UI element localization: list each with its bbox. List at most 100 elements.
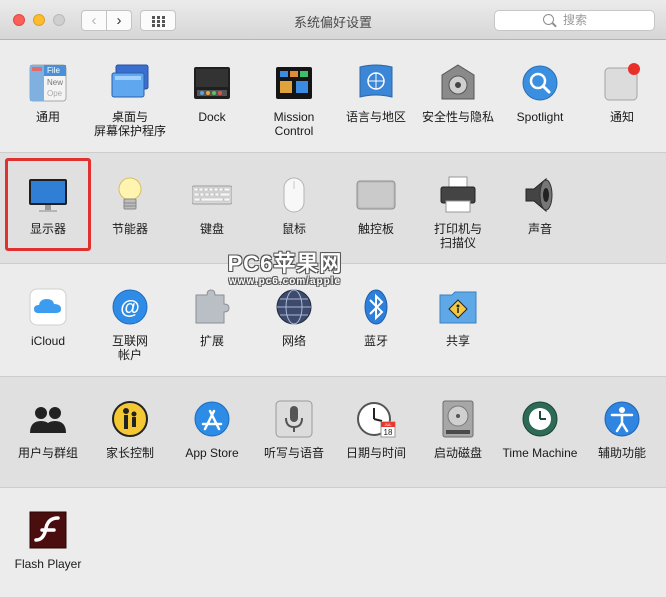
svg-text:New: New bbox=[47, 78, 63, 87]
general-icon: File New Ope bbox=[28, 63, 68, 103]
keyboard-icon bbox=[191, 175, 233, 215]
search-input[interactable] bbox=[563, 13, 648, 27]
pane-label: Time Machine bbox=[502, 446, 578, 460]
watermark-url: www.pc6.com/apple bbox=[228, 276, 342, 287]
pane-label: 桌面与 屏幕保护程序 bbox=[93, 110, 166, 138]
pane-bluetooth[interactable]: 蓝牙 bbox=[335, 287, 417, 348]
spotlight-icon bbox=[520, 63, 560, 103]
icloud-icon bbox=[28, 287, 68, 327]
pane-label: 键盘 bbox=[199, 222, 224, 236]
pane-label: 蓝牙 bbox=[363, 334, 388, 348]
pane-label: 节能器 bbox=[111, 222, 148, 236]
pane-users-groups[interactable]: 用户与群组 bbox=[7, 399, 89, 460]
pane-mission-control[interactable]: Mission Control bbox=[253, 63, 335, 138]
desktop-screensaver-icon bbox=[110, 63, 150, 103]
pane-sharing[interactable]: 共享 bbox=[417, 287, 499, 348]
extensions-icon bbox=[192, 287, 232, 327]
search-icon bbox=[543, 14, 554, 25]
pane-label: 通知 bbox=[609, 110, 634, 124]
sound-icon bbox=[520, 175, 560, 215]
pane-security-privacy[interactable]: 安全性与隐私 bbox=[417, 63, 499, 124]
pane-mouse[interactable]: 鼠标 bbox=[253, 175, 335, 236]
pane-time-machine[interactable]: Time Machine bbox=[499, 399, 581, 460]
network-icon bbox=[274, 287, 314, 327]
mouse-icon bbox=[274, 175, 314, 215]
svg-text:JUL: JUL bbox=[384, 422, 392, 427]
trackpad-icon bbox=[356, 175, 396, 215]
flash-player-icon bbox=[28, 510, 68, 550]
internet-accounts-icon: @ bbox=[110, 287, 150, 327]
pane-label: 通用 bbox=[35, 110, 60, 124]
pane-label: 日期与时间 bbox=[345, 446, 406, 460]
startup-disk-icon bbox=[438, 399, 478, 439]
pane-label: 打印机与 扫描仪 bbox=[433, 222, 482, 250]
accessibility-icon bbox=[602, 399, 642, 439]
pane-label: 互联网 帐户 bbox=[111, 334, 148, 362]
pane-trackpad[interactable]: 触控板 bbox=[335, 175, 417, 236]
pane-sound[interactable]: 声音 bbox=[499, 175, 581, 236]
pane-flash-player[interactable]: Flash Player bbox=[7, 510, 89, 571]
search-field[interactable] bbox=[494, 10, 655, 31]
pane-general[interactable]: File New Ope 通用 bbox=[7, 63, 89, 124]
sharing-icon bbox=[438, 287, 478, 327]
svg-text:@: @ bbox=[120, 297, 140, 319]
pane-language-region[interactable]: 语言与地区 bbox=[335, 63, 417, 124]
pane-label: 鼠标 bbox=[281, 222, 306, 236]
svg-text:Ope: Ope bbox=[47, 89, 63, 98]
date-time-icon: JUL 18 bbox=[356, 399, 396, 439]
displays-highlight bbox=[5, 158, 91, 251]
pane-label: 共享 bbox=[445, 334, 470, 348]
pane-label: 声音 bbox=[527, 222, 552, 236]
dock-icon bbox=[192, 63, 232, 103]
pane-extensions[interactable]: 扩展 bbox=[171, 287, 253, 348]
pane-label: iCloud bbox=[30, 334, 66, 348]
pane-label: App Store bbox=[185, 446, 239, 460]
pane-desktop-screensaver[interactable]: 桌面与 屏幕保护程序 bbox=[89, 63, 171, 138]
language-region-icon bbox=[356, 63, 396, 103]
pane-label: 扩展 bbox=[199, 334, 224, 348]
pane-parental-controls[interactable]: 家长控制 bbox=[89, 399, 171, 460]
pane-icloud[interactable]: iCloud bbox=[7, 287, 89, 348]
pane-label: 安全性与隐私 bbox=[421, 110, 494, 124]
security-privacy-icon bbox=[438, 63, 478, 103]
bluetooth-icon bbox=[356, 287, 396, 327]
pane-startup-disk[interactable]: 启动磁盘 bbox=[417, 399, 499, 460]
pane-printers-scanners[interactable]: 打印机与 扫描仪 bbox=[417, 175, 499, 250]
printers-scanners-icon bbox=[438, 175, 478, 215]
pane-label: 听写与语音 bbox=[263, 446, 324, 460]
mission-control-icon bbox=[274, 63, 314, 103]
pane-label: 家长控制 bbox=[105, 446, 154, 460]
app-store-icon bbox=[192, 399, 232, 439]
pane-label: 网络 bbox=[281, 334, 306, 348]
pane-keyboard[interactable]: 键盘 bbox=[171, 175, 253, 236]
pane-date-time[interactable]: JUL 18 日期与时间 bbox=[335, 399, 417, 460]
watermark: PC6苹果网 www.pc6.com/apple bbox=[200, 246, 370, 287]
pane-label: 启动磁盘 bbox=[433, 446, 482, 460]
pane-label: Mission Control bbox=[273, 110, 315, 138]
pane-dock[interactable]: Dock bbox=[171, 63, 253, 124]
svg-text:File: File bbox=[47, 66, 60, 75]
section-other bbox=[0, 488, 666, 597]
pane-label: Flash Player bbox=[14, 557, 82, 571]
pane-spotlight[interactable]: Spotlight bbox=[499, 63, 581, 124]
pane-internet-accounts[interactable]: @ 互联网 帐户 bbox=[89, 287, 171, 362]
pane-dictation-speech[interactable]: 听写与语音 bbox=[253, 399, 335, 460]
pane-label: 用户与群组 bbox=[17, 446, 78, 460]
system-preferences-window: ‹ › 系统偏好设置 File New bbox=[0, 0, 666, 597]
pane-label: 语言与地区 bbox=[345, 110, 406, 124]
pane-label: Dock bbox=[198, 110, 226, 124]
pane-app-store[interactable]: App Store bbox=[171, 399, 253, 460]
pane-notifications[interactable]: 通知 bbox=[581, 63, 663, 124]
pane-label: Spotlight bbox=[516, 110, 564, 124]
pane-network[interactable]: 网络 bbox=[253, 287, 335, 348]
pane-energy-saver[interactable]: 节能器 bbox=[89, 175, 171, 236]
users-groups-icon bbox=[28, 399, 68, 439]
svg-text:18: 18 bbox=[384, 428, 393, 437]
title-bar: ‹ › 系统偏好设置 bbox=[0, 0, 666, 40]
parental-controls-icon bbox=[110, 399, 150, 439]
watermark-title: PC6苹果网 bbox=[227, 251, 343, 276]
pane-accessibility[interactable]: 辅助功能 bbox=[581, 399, 663, 460]
energy-saver-icon bbox=[110, 175, 150, 215]
time-machine-icon bbox=[520, 399, 560, 439]
pane-label: 辅助功能 bbox=[597, 446, 646, 460]
